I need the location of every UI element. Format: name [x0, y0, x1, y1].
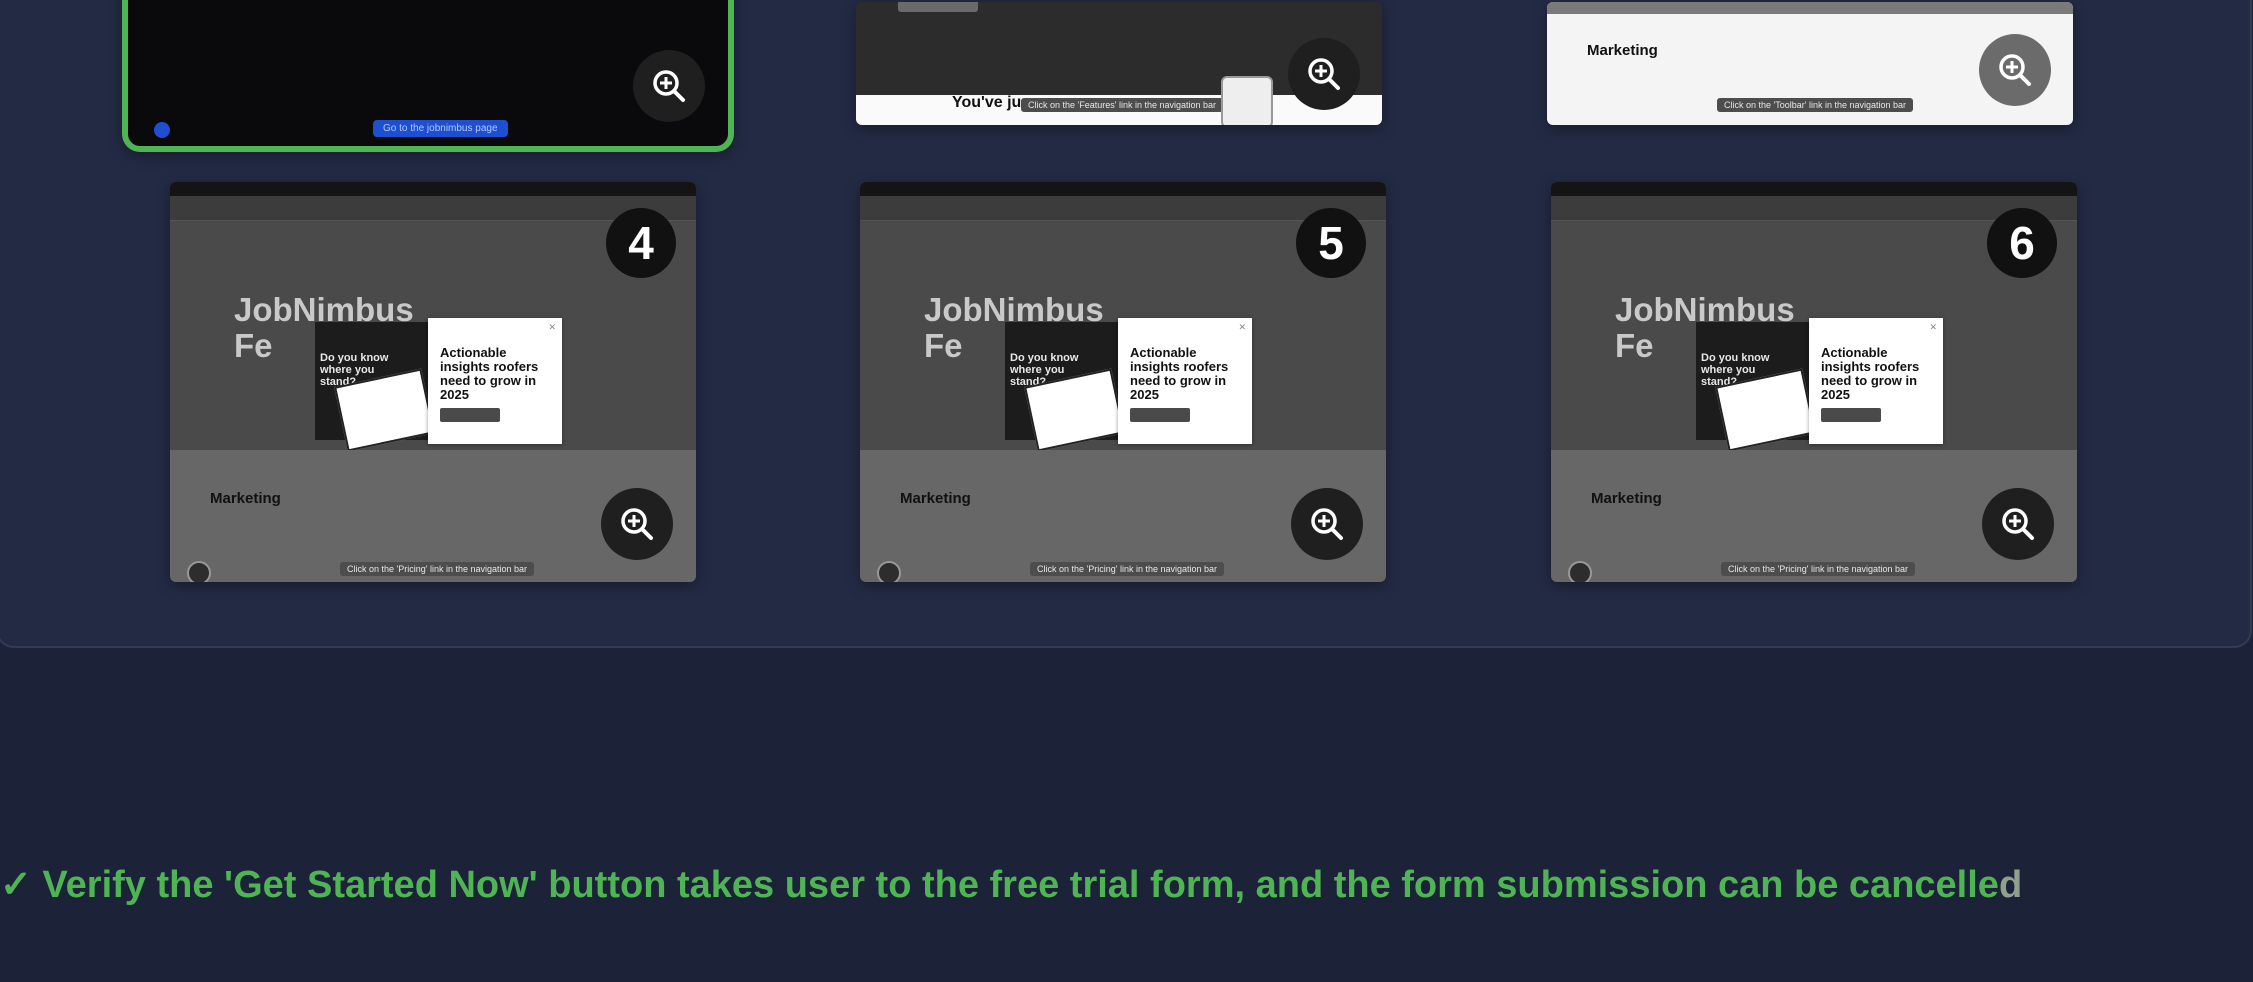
thumbnail-1[interactable]: Go to the jobnimbus page — [122, 0, 734, 152]
zoom-in-icon — [621, 508, 653, 540]
verification-result: ✓ Verify the 'Get Started Now' button ta… — [0, 862, 2022, 907]
help-icon[interactable] — [187, 561, 211, 582]
section-title: Marketing — [900, 490, 971, 507]
zoom-button-4[interactable] — [601, 488, 673, 560]
top-strip — [860, 182, 1386, 196]
hero-title-line2: Fe — [1615, 327, 1654, 364]
zoom-button-5[interactable] — [1291, 488, 1363, 560]
header-pill — [898, 2, 978, 12]
zoom-in-icon — [1308, 58, 1340, 90]
popup-title: Actionable insights roofers need to grow… — [1821, 345, 1920, 402]
zoom-in-icon — [2002, 508, 2034, 540]
step-tooltip: Click on the 'Pricing' link in the navig… — [340, 562, 535, 576]
section-title: Marketing — [1591, 490, 1662, 507]
hero-title-line2: Fe — [234, 327, 273, 364]
zoom-button-6[interactable] — [1982, 488, 2054, 560]
hero-title-line2: Fe — [924, 327, 963, 364]
help-icon[interactable] — [877, 561, 901, 582]
checkmark-icon: ✓ — [0, 864, 32, 906]
popup-cta-button[interactable] — [1821, 408, 1881, 422]
verification-text-tail: d — [1998, 864, 2023, 906]
step-tooltip: Click on the 'Pricing' link in the navig… — [1721, 562, 1916, 576]
goto-pill: Go to the jobnimbus page — [373, 120, 508, 137]
section-title: Marketing — [210, 490, 281, 507]
step-tooltip: Click on the 'Pricing' link in the navig… — [1030, 562, 1225, 576]
zoom-button-3[interactable] — [1979, 34, 2051, 106]
close-icon[interactable]: ✕ — [1929, 322, 1937, 333]
zoom-in-icon — [653, 70, 685, 102]
status-dot — [154, 122, 170, 138]
nav-bar — [1547, 2, 2073, 14]
zoom-in-icon — [1311, 508, 1343, 540]
popup-title: Actionable insights roofers need to grow… — [1130, 345, 1229, 402]
help-icon[interactable] — [1568, 561, 1592, 582]
thumbnail-3[interactable]: Marketing Click on the 'Toolbar' link in… — [1547, 2, 2073, 125]
popup-cta-button[interactable] — [1130, 408, 1190, 422]
close-icon[interactable]: ✕ — [548, 322, 556, 333]
thumb-heading: You've ju — [952, 94, 1022, 111]
thumbnail-6[interactable]: JobNimbus Fe Do you know where you stand?… — [1551, 182, 2077, 582]
step-number-badge: 6 — [1987, 208, 2057, 278]
step-tooltip: Click on the 'Toolbar' link in the navig… — [1717, 98, 1914, 112]
popup-title: Actionable insights roofers need to grow… — [440, 345, 539, 402]
zoom-button-2[interactable] — [1288, 38, 1360, 110]
popup-cta-button[interactable] — [440, 408, 500, 422]
close-icon[interactable]: ✕ — [1238, 322, 1246, 333]
popup-card: ✕ Actionable insights roofers need to gr… — [1809, 318, 1943, 444]
zoom-in-icon — [1999, 54, 2031, 86]
thumbnail-2[interactable]: You've ju Click on the 'Features' link i… — [856, 2, 1382, 125]
verification-text: Verify the 'Get Started Now' button take… — [42, 864, 1999, 906]
step-number-badge: 5 — [1296, 208, 1366, 278]
step-tooltip: Click on the 'Features' link in the navi… — [1021, 98, 1224, 112]
thumbnail-4[interactable]: JobNimbus Fe Do you know where you stand?… — [170, 182, 696, 582]
zoom-button-1[interactable] — [633, 50, 705, 122]
top-strip — [170, 182, 696, 196]
section-title: Marketing — [1587, 42, 1658, 59]
phone-illustration — [1221, 76, 1273, 125]
screenshots-panel: Go to the jobnimbus page You've ju Click… — [0, 0, 2252, 648]
thumbnail-5[interactable]: JobNimbus Fe Do you know where you stand?… — [860, 182, 1386, 582]
step-number-badge: 4 — [606, 208, 676, 278]
popup-card: ✕ Actionable insights roofers need to gr… — [428, 318, 562, 444]
top-strip — [1551, 182, 2077, 196]
popup-card: ✕ Actionable insights roofers need to gr… — [1118, 318, 1252, 444]
